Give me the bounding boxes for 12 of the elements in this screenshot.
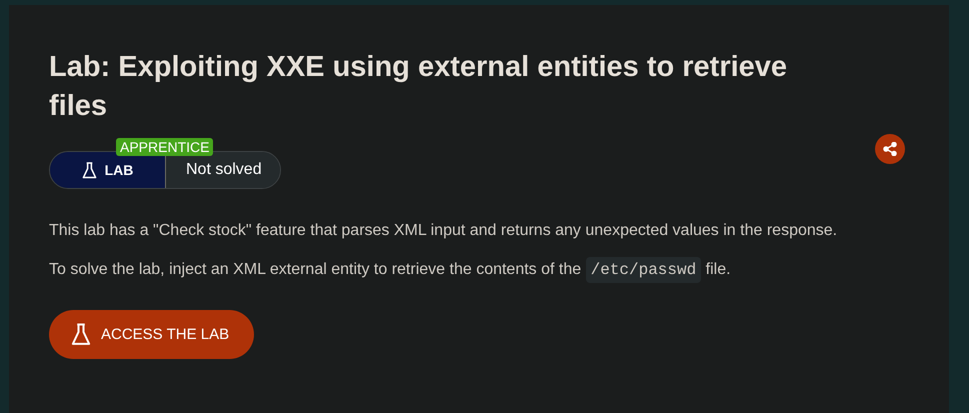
flask-icon xyxy=(71,323,91,346)
lab-title: Lab: Exploiting XXE using external entities to retrieve files xyxy=(49,50,788,124)
description-text: This lab has a "Check stock" feature that parses XML input and returns any unexpected values in the response. xyxy=(49,221,838,241)
code-snippet: /etc/passwd xyxy=(586,257,702,283)
access-lab-button[interactable]: ACCESS THE LAB xyxy=(49,310,254,359)
flask-icon xyxy=(82,162,97,178)
description-text: To solve the lab, inject an XML external entity to retrieve the contents of the /etc/passwd file. xyxy=(49,255,849,285)
level-badge: APPRENTICE xyxy=(116,138,214,156)
lab-label: LAB xyxy=(104,162,134,178)
status-label: Not solved xyxy=(166,152,280,188)
share-button[interactable] xyxy=(875,134,905,164)
share-icon xyxy=(883,142,897,156)
